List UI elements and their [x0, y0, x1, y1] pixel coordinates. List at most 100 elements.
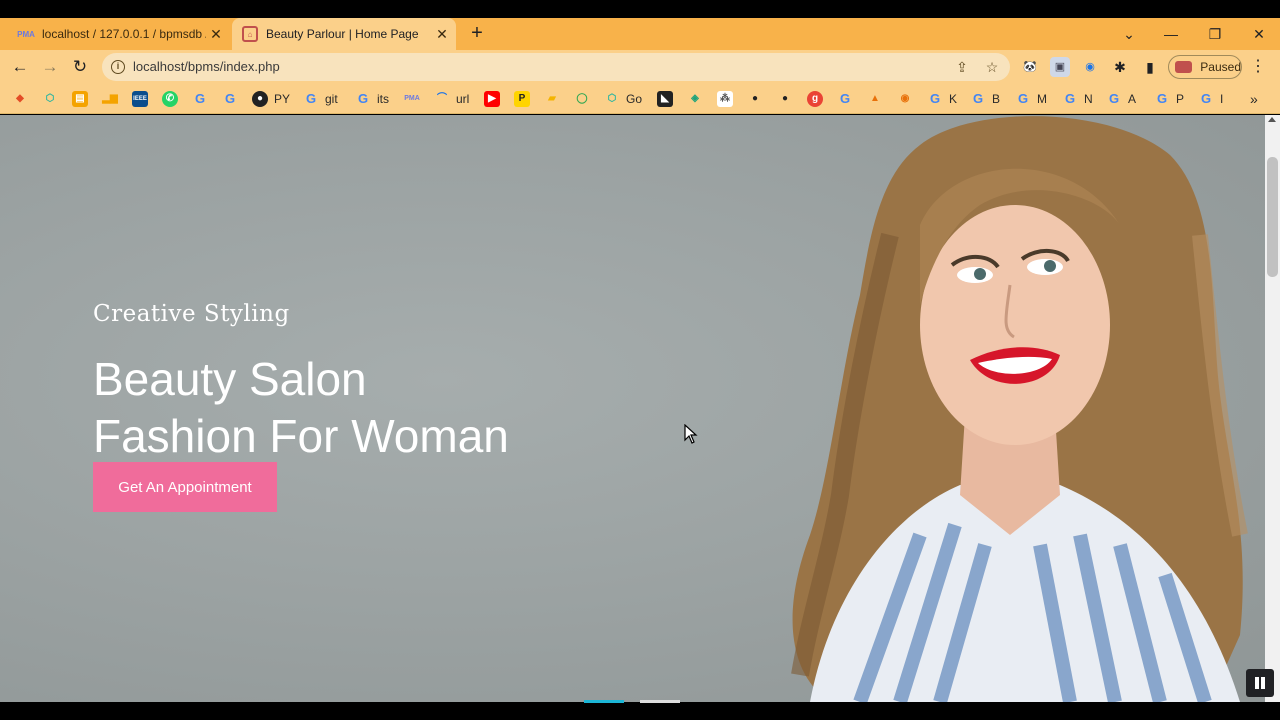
bookmark-item[interactable]: ◉: [897, 89, 919, 109]
bookmark-item[interactable]: GK: [927, 89, 957, 109]
extensions-puzzle-icon[interactable]: ✱: [1110, 57, 1130, 77]
avatar: [1175, 61, 1193, 73]
bookmark-item[interactable]: ⬡ Go: [604, 89, 642, 109]
ieee-icon: IEEE: [132, 91, 148, 107]
google-icon: G: [357, 91, 369, 106]
scroll-thumb[interactable]: [1267, 157, 1278, 277]
bookmark-label: A: [1128, 92, 1137, 106]
menu-kebab-icon[interactable]: ⋮: [1250, 55, 1266, 79]
google-icon: G: [1108, 91, 1120, 106]
side-panel-icon[interactable]: ▮: [1140, 57, 1160, 77]
share-icon[interactable]: ⇪: [952, 57, 972, 77]
slide-indicator-active[interactable]: [584, 700, 624, 703]
folder-icon: ▰: [548, 93, 556, 104]
google-icon: G: [839, 91, 851, 106]
bookmark-item[interactable]: G: [222, 89, 244, 109]
bookmark-item[interactable]: IEEE: [132, 89, 154, 109]
bookmark-item[interactable]: PMA: [404, 89, 426, 109]
bookmark-item[interactable]: ◈: [687, 89, 709, 109]
spark-icon: ▲: [870, 93, 880, 104]
bookmark-item[interactable]: P: [514, 89, 536, 109]
shield-icon: ⬡: [607, 93, 617, 104]
back-button[interactable]: ←: [8, 55, 32, 79]
pause-icon[interactable]: [1246, 669, 1274, 697]
bookmark-item[interactable]: GN: [1062, 89, 1093, 109]
eye-icon: ◉: [900, 93, 910, 104]
site-favicon-icon: ⌂: [242, 26, 258, 42]
screen: PMA localhost / 127.0.0.1 / bpmsdb / t ✕…: [0, 0, 1280, 720]
close-tab-icon[interactable]: ✕: [432, 26, 452, 43]
bookmark-item[interactable]: g: [807, 89, 829, 109]
pma-icon: PMA: [404, 95, 420, 102]
more-bookmarks-icon[interactable]: »: [1250, 89, 1258, 109]
bookmark-item[interactable]: ▰: [544, 89, 566, 109]
bookmark-icon: ◣: [657, 91, 673, 107]
bookmark-item[interactable]: ▲: [867, 89, 889, 109]
slide-indicator[interactable]: [640, 700, 680, 703]
scroll-up-icon[interactable]: [1268, 117, 1276, 122]
get-appointment-button[interactable]: Get An Appointment: [93, 462, 277, 512]
bookmark-label: url: [456, 92, 470, 106]
bookmark-item[interactable]: GA: [1106, 89, 1136, 109]
panda-extension-icon[interactable]: 🐼: [1020, 57, 1040, 77]
bookmark-label: K: [949, 92, 958, 106]
hero-subtitle: Creative Styling: [93, 301, 290, 327]
profile-paused-button[interactable]: Paused: [1168, 55, 1242, 79]
minimize-button[interactable]: —: [1150, 18, 1192, 50]
new-tab-button[interactable]: +: [466, 22, 488, 44]
tab-strip: PMA localhost / 127.0.0.1 / bpmsdb / t ✕…: [0, 18, 1280, 50]
forward-button[interactable]: →: [38, 55, 62, 79]
google-icon: G: [305, 91, 317, 106]
bookmark-label: PY: [274, 92, 291, 106]
bookmark-item[interactable]: ✆: [162, 89, 184, 109]
bookmark-item[interactable]: G: [837, 89, 859, 109]
bookmark-item[interactable]: GB: [970, 89, 1000, 109]
mouse-cursor-icon: [684, 424, 698, 444]
tab-title: localhost / 127.0.0.1 / bpmsdb / t: [42, 27, 206, 41]
google-icon: G: [972, 91, 984, 106]
close-tab-icon[interactable]: ✕: [206, 26, 226, 43]
bookmark-item[interactable]: ▶: [484, 89, 506, 109]
whatsapp-icon: ✆: [162, 91, 178, 107]
bookmark-item[interactable]: GI: [1198, 89, 1223, 109]
tab-beauty-parlour[interactable]: ⌂ Beauty Parlour | Home Page ✕: [232, 18, 456, 50]
bookmark-item[interactable]: ◆: [12, 89, 34, 109]
bookmark-item[interactable]: ◣: [657, 89, 679, 109]
page-icon: ⁂: [717, 91, 733, 107]
star-icon[interactable]: ☆: [982, 57, 1002, 77]
url-text[interactable]: localhost/bpms/index.php: [133, 59, 280, 74]
google-icon: G: [1200, 91, 1212, 106]
bookmark-item[interactable]: ▤: [72, 89, 94, 109]
reload-button[interactable]: ↻: [68, 55, 92, 79]
page-scrollbar[interactable]: [1265, 115, 1280, 702]
bookmark-item[interactable]: GM: [1015, 89, 1047, 109]
bar-chart-icon: ▂▆: [102, 93, 118, 104]
bookmark-label: Go: [626, 92, 643, 106]
bookmark-item[interactable]: ●: [747, 89, 769, 109]
address-bar[interactable]: i localhost/bpms/index.php ⇪ ☆: [102, 53, 1010, 81]
restore-button[interactable]: ❐: [1194, 18, 1236, 50]
image-extension-icon[interactable]: ▣: [1050, 57, 1070, 77]
bookmark-item[interactable]: ⬡: [42, 89, 64, 109]
bookmark-label: git: [325, 92, 338, 106]
bookmark-item[interactable]: ⁂: [717, 89, 739, 109]
bookmark-item[interactable]: ●: [777, 89, 799, 109]
site-info-icon[interactable]: i: [111, 60, 125, 74]
bookmark-item[interactable]: Ggit: [303, 89, 338, 109]
close-window-button[interactable]: ✕: [1238, 18, 1280, 50]
tab-search-icon[interactable]: ⌄: [1108, 18, 1150, 50]
bookmark-item[interactable]: GP: [1154, 89, 1184, 109]
bookmark-label: B: [992, 92, 1001, 106]
bookmark-label: P: [1176, 92, 1185, 106]
bookmark-item[interactable]: Gits: [355, 89, 389, 109]
bookmark-item[interactable]: ◯: [574, 89, 596, 109]
bookmark-item[interactable]: G: [192, 89, 214, 109]
bookmark-item[interactable]: ⌒ url: [434, 89, 469, 109]
tab-phpmyadmin[interactable]: PMA localhost / 127.0.0.1 / bpmsdb / t ✕: [8, 18, 230, 50]
hero-woman-image: [791, 116, 1248, 702]
circle-extension-icon[interactable]: ◉: [1080, 57, 1100, 77]
bookmark-item[interactable]: ● PY: [252, 89, 290, 109]
red-diamond-icon: ◆: [16, 93, 24, 104]
bookmark-item[interactable]: ▂▆: [102, 89, 124, 109]
profile-status: Paused: [1200, 60, 1241, 74]
